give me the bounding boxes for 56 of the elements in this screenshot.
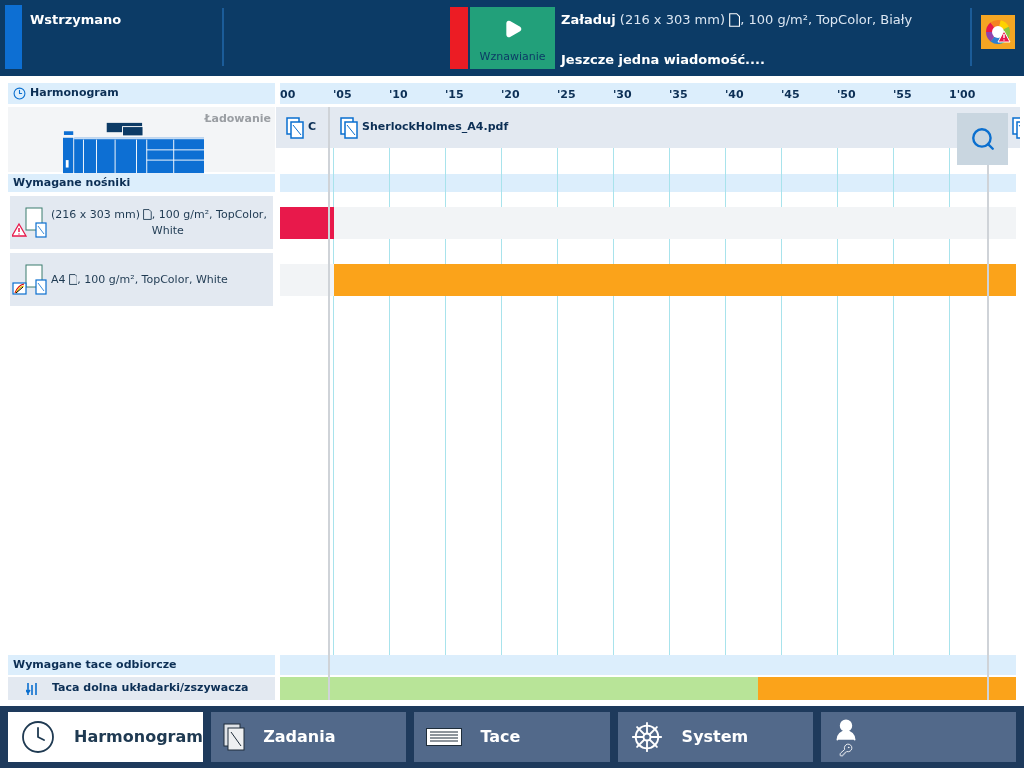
media-card[interactable]: A4 , 100 g/m², TopColor, White xyxy=(10,253,273,306)
nav-tab[interactable] xyxy=(820,712,1016,762)
media-card[interactable]: (216 x 303 mm) , 100 g/m², TopColor, White xyxy=(10,196,273,249)
document-stack-icon xyxy=(340,116,358,139)
tray-icon xyxy=(426,728,463,746)
time-tick: '25 xyxy=(557,87,576,103)
printer-state: Wstrzymano xyxy=(29,11,123,29)
section-title: Wymagane tace odbiorcze xyxy=(13,656,177,673)
paper-gauge-icon xyxy=(12,262,48,297)
message-size: (216 x 303 mm) xyxy=(619,11,725,29)
section-title: Wymagane nośniki xyxy=(13,174,131,191)
media-details: , 100 g/m², TopColor, White xyxy=(77,271,228,288)
clock-icon xyxy=(13,87,26,100)
message-action: Załaduj xyxy=(561,11,616,29)
section-title: Harmonogram xyxy=(30,85,119,102)
time-tick: '20 xyxy=(501,87,520,103)
media-details: , 100 g/m², TopColor, White xyxy=(151,206,268,239)
tray-name: Taca dolna układarki/zszywacza xyxy=(52,680,249,697)
nav-tab[interactable]: Tace xyxy=(414,712,610,762)
more-messages[interactable]: Jeszcze jedna wiadomość.... xyxy=(561,49,970,69)
sheet-icon xyxy=(729,12,741,27)
stacker-tray-icon xyxy=(26,681,38,696)
time-tick: '15 xyxy=(445,87,464,103)
media-size: A4 xyxy=(51,271,66,288)
nav-tab[interactable]: Zadania xyxy=(211,712,407,762)
document-icon xyxy=(223,723,246,751)
resume-button[interactable]: Wznawianie xyxy=(470,7,555,69)
nav-tab[interactable]: System xyxy=(617,712,813,762)
time-tick: '35 xyxy=(669,87,688,103)
time-tick: 00 xyxy=(280,87,296,103)
time-tick: '45 xyxy=(781,87,800,103)
time-tick: '05 xyxy=(333,87,352,103)
error-indicator xyxy=(450,7,468,69)
search-icon xyxy=(969,126,996,152)
nav-tab[interactable]: Harmonogram xyxy=(8,712,204,762)
document-stack-icon xyxy=(286,116,304,139)
zoom-button[interactable] xyxy=(957,113,1008,165)
sheet-icon xyxy=(68,273,78,285)
time-tick: '50 xyxy=(837,87,856,103)
job-item[interactable]: C xyxy=(286,116,340,139)
time-tick: '40 xyxy=(725,87,744,103)
time-tick: 1'00 xyxy=(949,87,976,103)
time-tick: '30 xyxy=(613,87,632,103)
tray-row[interactable]: Taca dolna układarki/zszywacza xyxy=(8,677,275,700)
ship-wheel-icon xyxy=(629,720,664,754)
time-tick: '55 xyxy=(893,87,912,103)
paper-warning-icon xyxy=(12,205,48,240)
message-details: , 100 g/m², TopColor, Biały xyxy=(740,11,913,29)
status-indicator xyxy=(5,5,22,69)
media-size: (216 x 303 mm) xyxy=(51,206,140,223)
job-item[interactable]: SherlockHolmes_A4.pdf xyxy=(340,116,1012,139)
clock-icon xyxy=(20,719,56,755)
printer-status: Ładowanie xyxy=(204,111,271,127)
time-tick: '10 xyxy=(389,87,408,103)
color-wheel-warning-icon[interactable] xyxy=(981,15,1015,49)
sheet-icon xyxy=(143,208,152,220)
